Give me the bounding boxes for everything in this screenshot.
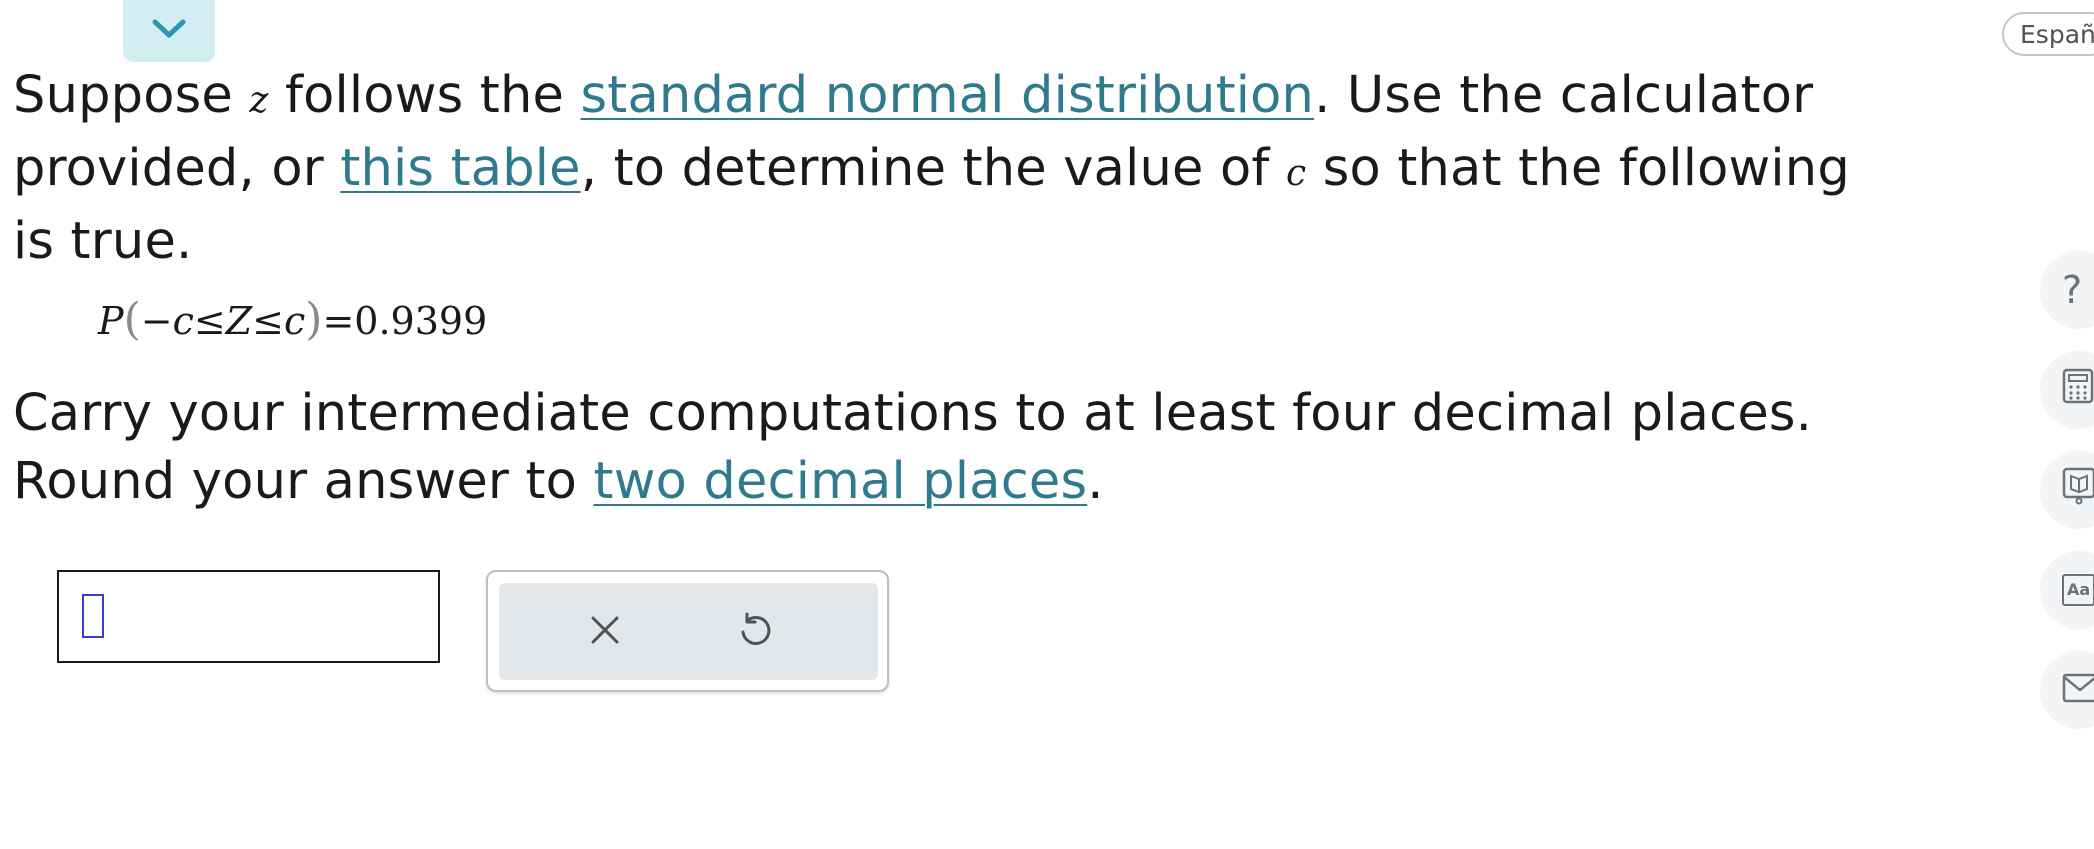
question-text-segment: , to determine the value of — [580, 139, 1286, 198]
instructions-line-2: Round your answer to two decimal places. — [13, 448, 1933, 516]
answer-input[interactable] — [57, 570, 440, 663]
standard-normal-distribution-link[interactable]: standard normal distribution — [581, 66, 1315, 125]
equation-neg-c: −c — [140, 299, 194, 343]
calculator-button[interactable] — [2040, 351, 2094, 429]
help-icon: ? — [2062, 268, 2083, 312]
equation-close-paren: ) — [305, 294, 323, 345]
collapse-tab-button[interactable] — [123, 0, 215, 62]
equation-c: c — [283, 299, 306, 343]
chevron-down-icon — [151, 18, 187, 44]
clear-button[interactable] — [545, 583, 665, 680]
close-icon — [590, 615, 620, 649]
question-line-1: Suppose z follows the standard normal di… — [13, 62, 1933, 135]
instructions-text: Carry your intermediate computations to … — [13, 380, 1933, 516]
question-text-segment: . Use the calculator — [1314, 66, 1814, 125]
glossary-icon: Aa — [2062, 574, 2094, 606]
glossary-label: Aa — [2067, 580, 2091, 599]
equation-p: P — [98, 299, 124, 343]
probability-equation: P(−c≤Z≤c)=0.9399 — [98, 294, 487, 345]
equation-le-1: ≤ — [193, 299, 226, 343]
equation-z: Z — [225, 299, 253, 343]
calculator-icon — [2062, 368, 2094, 413]
question-line-3: is true. — [13, 212, 193, 271]
message-button[interactable] — [2040, 651, 2094, 729]
two-decimal-places-link[interactable]: two decimal places — [594, 452, 1088, 511]
equation-value: 0.9399 — [354, 299, 488, 343]
help-button[interactable]: ? — [2040, 251, 2094, 329]
question-text-segment: follows the — [268, 66, 581, 125]
this-table-link[interactable]: this table — [340, 139, 580, 198]
question-text-segment: so that the following — [1306, 139, 1850, 198]
input-cursor — [82, 594, 104, 638]
equation-le-2: ≤ — [252, 299, 284, 343]
equation-open-paren: ( — [123, 294, 141, 345]
book-icon — [2062, 467, 2094, 514]
variable-z: z — [249, 80, 269, 121]
answer-action-panel — [486, 570, 889, 692]
mail-icon — [2062, 668, 2094, 712]
side-toolbar: ? Aa — [2040, 0, 2094, 849]
equation-equals: = — [322, 299, 355, 343]
variable-c: c — [1285, 153, 1307, 194]
action-button-group — [499, 583, 878, 680]
ebook-button[interactable] — [2040, 451, 2094, 529]
glossary-button[interactable]: Aa — [2040, 551, 2094, 629]
question-text: Suppose z follows the standard normal di… — [13, 62, 1933, 276]
instructions-text-segment: Round your answer to — [13, 452, 594, 511]
question-page: Españ Suppose z follows the standard nor… — [0, 0, 2094, 849]
instructions-text-segment: . — [1087, 452, 1104, 511]
question-text-segment: Suppose — [13, 66, 250, 125]
undo-button[interactable] — [695, 583, 815, 680]
question-text-segment: provided, or — [13, 139, 341, 198]
question-line-2: provided, or this table, to determine th… — [13, 135, 1933, 208]
instructions-line-1: Carry your intermediate computations to … — [13, 384, 1813, 443]
undo-icon — [738, 612, 772, 652]
